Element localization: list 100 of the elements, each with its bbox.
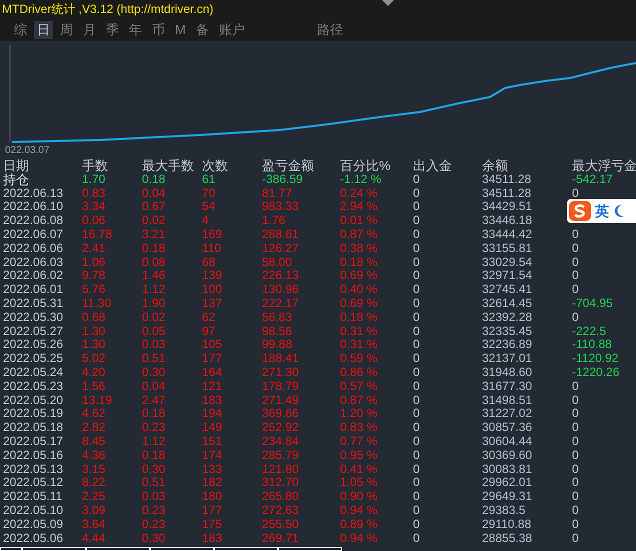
table-cell: 16.78 <box>82 228 112 242</box>
table-cell: 56.83 <box>262 310 292 325</box>
table-cell: 0.40 % <box>340 283 378 297</box>
column-header: 日期 <box>3 159 29 173</box>
table-cell: 2022.06.03 <box>3 256 64 270</box>
tab[interactable]: 备 <box>192 21 212 39</box>
table-cell: 0.06 <box>82 214 106 228</box>
table-cell: 0 <box>413 421 420 435</box>
table-cell: 2022.05.13 <box>3 462 64 476</box>
table-cell: 2022.06.07 <box>3 228 64 242</box>
table-cell: 29383.5 <box>482 504 526 518</box>
table-cell: 0.68 <box>82 310 106 325</box>
table-cell: 0 <box>572 476 579 490</box>
table-cell: 4 <box>202 214 209 228</box>
table-cell: 2022.05.12 <box>3 476 64 490</box>
table-cell: 180 <box>202 490 222 504</box>
table-cell: 0 <box>413 394 420 408</box>
table-cell: 58.00 <box>262 256 292 270</box>
table-cell: 0 <box>413 407 420 422</box>
table-cell: 2022.05.30 <box>3 310 64 325</box>
table-cell: 62 <box>202 310 216 325</box>
table-cell: 0 <box>413 256 420 270</box>
column-header: 盈亏金额 <box>262 159 314 173</box>
table-cell: 29649.31 <box>482 490 532 504</box>
table-cell: 178.79 <box>262 380 299 394</box>
table-cell: 2022.05.16 <box>3 448 64 463</box>
table-cell: 175 <box>202 518 222 532</box>
table-cell: 2022.05.09 <box>3 518 64 532</box>
table-cell: 255.50 <box>262 518 299 532</box>
table-cell: 0 <box>572 504 579 518</box>
input-method-toolbar[interactable]: 英 <box>567 199 636 223</box>
tab[interactable]: 账户 <box>216 21 248 39</box>
table-cell: 0 <box>413 352 420 366</box>
tab[interactable]: 综 <box>11 21 30 39</box>
tab[interactable]: M <box>172 21 189 39</box>
table-cell: 2.41 <box>82 242 106 256</box>
table-cell: 0.51 <box>142 352 166 366</box>
tab[interactable]: 币 <box>149 21 168 39</box>
table-cell: -222.5 <box>572 324 606 338</box>
table-cell: -542.17 <box>572 172 613 187</box>
table-cell: 0.94 % <box>340 504 378 518</box>
table-cell: 2022.05.25 <box>3 352 64 366</box>
s-logo-icon <box>569 201 591 221</box>
table-cell: -1220.26 <box>572 366 620 380</box>
tab[interactable]: 周 <box>57 21 76 39</box>
table-cell: 0 <box>413 242 420 256</box>
table-cell: 0 <box>413 172 420 187</box>
table-cell: 2022.05.20 <box>3 394 64 408</box>
table-cell: 234.84 <box>262 434 299 449</box>
table-cell: 133 <box>202 462 222 476</box>
table-cell: 151 <box>202 434 222 449</box>
table-cell: 0.08 <box>142 256 166 270</box>
table-cell: 0 <box>572 283 579 297</box>
table-cell: 30604.44 <box>482 434 532 449</box>
table-cell: 0 <box>413 462 420 476</box>
table-cell: 126.27 <box>262 242 299 256</box>
table-cell: 0.30 <box>142 532 166 546</box>
table-cell: 31677.30 <box>482 380 532 394</box>
table-cell: 2022.05.27 <box>3 324 64 338</box>
tab[interactable]: 路径 <box>314 21 346 39</box>
table-cell: 32392.28 <box>482 310 532 325</box>
table-cell: 0.02 <box>142 214 166 228</box>
table-cell: 174 <box>202 448 222 463</box>
table-cell: 2022.05.17 <box>3 434 64 449</box>
table-cell: 1.20 % <box>340 407 378 422</box>
table-cell: 32971.54 <box>482 269 532 284</box>
tab[interactable]: 季 <box>103 21 122 39</box>
table-cell: 285.79 <box>262 448 299 463</box>
table-cell: 105 <box>202 338 222 352</box>
table-cell: 0 <box>572 256 579 270</box>
table-cell: 0.23 <box>142 504 166 518</box>
axis-label: 022.03.07 <box>4 145 50 157</box>
table-cell: 99.88 <box>262 338 292 352</box>
table-cell: 269.71 <box>262 532 299 546</box>
table-cell: 8.45 <box>82 434 106 449</box>
table-cell: 0.41 % <box>340 462 378 476</box>
table-cell: 34511.28 <box>482 172 532 187</box>
table-cell: 68 <box>202 256 216 270</box>
table-cell: 70 <box>202 186 216 200</box>
table-cell: 149 <box>202 421 222 435</box>
table-cell: 1.76 <box>262 214 286 228</box>
tab[interactable]: 日 <box>34 21 53 39</box>
tab[interactable]: 月 <box>80 21 99 39</box>
table-cell: 9.78 <box>82 269 106 284</box>
table-cell: 8.22 <box>82 476 106 490</box>
table-cell: 100 <box>202 283 222 297</box>
table-cell: 169 <box>202 228 222 242</box>
column-header: 余额 <box>482 159 508 173</box>
table-cell: 0.38 % <box>340 242 378 256</box>
tab[interactable]: 年 <box>126 21 145 39</box>
table-cell: 2.94 % <box>340 200 378 214</box>
table-cell: 226.13 <box>262 269 299 284</box>
table-cell: 177 <box>202 504 222 518</box>
table-cell: 121.80 <box>262 462 299 476</box>
table-cell: 0.89 % <box>340 518 378 532</box>
table-cell: 0.69 % <box>340 296 378 311</box>
table-cell: 0 <box>572 407 579 422</box>
table-cell: 0 <box>413 200 420 214</box>
table-cell: 2022.06.01 <box>3 283 64 297</box>
table-cell: 1.90 <box>142 296 166 311</box>
